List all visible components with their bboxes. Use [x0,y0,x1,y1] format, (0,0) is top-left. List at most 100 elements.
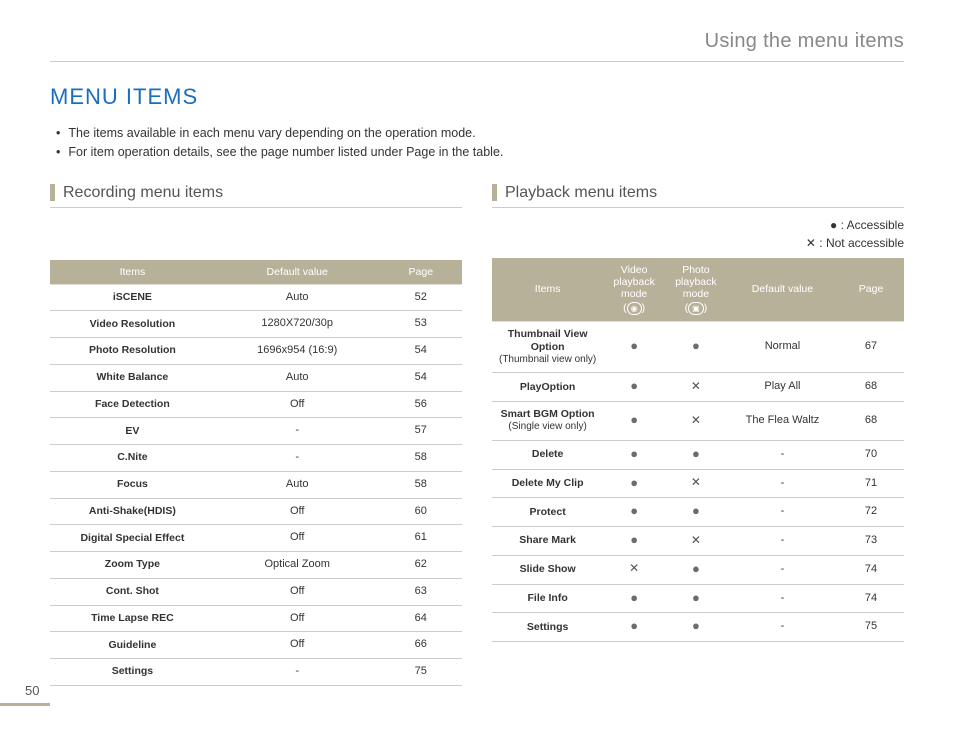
table-row: Photo Resolution1696x954 (16:9)54 [50,338,462,365]
page-cell: 60 [380,498,462,525]
table-row: Thumbnail View Option(Thumbnail view onl… [492,321,904,373]
value-cell: - [215,445,380,472]
video-cell: ● [603,321,665,373]
page: Using the menu items MENU ITEMS The item… [0,0,954,730]
playback-column: Playback menu items ● : Accessible ✕ : N… [492,184,904,686]
table-row: Digital Special EffectOff61 [50,525,462,552]
item-cell: Settings [50,659,215,686]
page-cell: 73 [838,527,904,556]
value-cell: Off [215,632,380,659]
video-cell: ● [603,373,665,402]
value-cell: 1280X720/30p [215,311,380,338]
item-cell: iSCENE [50,284,215,311]
page-cell: 75 [838,613,904,642]
video-cell: ● [603,469,665,498]
recording-table: Items Default value Page iSCENEAuto52Vid… [50,260,462,686]
page-cell: 71 [838,469,904,498]
col-page: Page [380,260,462,285]
table-row: Delete My Clip●✕-71 [492,469,904,498]
intro-bullets: The items available in each menu vary de… [50,124,904,162]
section-title: MENU ITEMS [50,84,904,110]
default-cell: - [727,498,838,527]
value-cell: - [215,418,380,445]
item-cell: Video Resolution [50,311,215,338]
item-cell: Thumbnail View Option(Thumbnail view onl… [492,321,603,373]
item-cell: White Balance [50,364,215,391]
default-cell: - [727,613,838,642]
table-row: Zoom TypeOptical Zoom62 [50,552,462,579]
table-row: Settings●●-75 [492,613,904,642]
value-cell: Auto [215,364,380,391]
page-cell: 74 [838,555,904,584]
col-default: Default value [727,258,838,322]
default-cell: - [727,527,838,556]
value-cell: 1696x954 (16:9) [215,338,380,365]
page-cell: 63 [380,578,462,605]
value-cell: Auto [215,471,380,498]
table-row: Cont. ShotOff63 [50,578,462,605]
table-row: GuidelineOff66 [50,632,462,659]
page-cell: 68 [838,373,904,402]
table-row: FocusAuto58 [50,471,462,498]
video-cell: ● [603,498,665,527]
page-cell: 58 [380,445,462,472]
value-cell: Off [215,605,380,632]
item-cell: PlayOption [492,373,603,402]
video-cell: ● [603,613,665,642]
recording-column: Recording menu items Items Default value… [50,184,462,686]
value-cell: - [215,659,380,686]
default-cell: - [727,584,838,613]
col-items: Items [50,260,215,285]
page-cell: 72 [838,498,904,527]
page-cell: 64 [380,605,462,632]
photo-cell: ● [665,584,727,613]
value-cell: Off [215,391,380,418]
table-row: Anti-Shake(HDIS)Off60 [50,498,462,525]
table-row: PlayOption●✕Play All68 [492,373,904,402]
value-cell: Off [215,578,380,605]
item-cell: Cont. Shot [50,578,215,605]
video-cell: ✕ [603,555,665,584]
default-cell: - [727,555,838,584]
legend-not-accessible: ✕ : Not accessible [806,236,904,250]
bullet: For item operation details, see the page… [50,143,904,162]
item-cell: Face Detection [50,391,215,418]
item-cell: Smart BGM Option(Single view only) [492,402,603,441]
table-row: Smart BGM Option(Single view only)●✕The … [492,402,904,441]
playback-heading: Playback menu items [492,184,904,208]
bullet: The items available in each menu vary de… [50,124,904,143]
col-page: Page [838,258,904,322]
default-cell: The Flea Waltz [727,402,838,441]
item-cell: EV [50,418,215,445]
photo-cell: ● [665,440,727,469]
video-cell: ● [603,440,665,469]
page-cell: 61 [380,525,462,552]
value-cell: Auto [215,284,380,311]
video-mode-icon: ◉ [627,302,642,315]
page-cell: 54 [380,364,462,391]
item-cell: Protect [492,498,603,527]
page-cell: 68 [838,402,904,441]
item-cell: Guideline [50,632,215,659]
page-cell: 52 [380,284,462,311]
item-cell: Digital Special Effect [50,525,215,552]
table-row: EV-57 [50,418,462,445]
table-row: Delete●●-70 [492,440,904,469]
page-cell: 75 [380,659,462,686]
item-cell: Anti-Shake(HDIS) [50,498,215,525]
legend-accessible: ● : Accessible [830,218,904,232]
item-cell: File Info [492,584,603,613]
item-cell: Focus [50,471,215,498]
video-cell: ● [603,584,665,613]
photo-cell: ✕ [665,469,727,498]
table-row: Video Resolution1280X720/30p53 [50,311,462,338]
table-row: iSCENEAuto52 [50,284,462,311]
photo-mode-icon: ▣ [688,302,704,315]
default-cell: Normal [727,321,838,373]
default-cell: Play All [727,373,838,402]
photo-cell: ● [665,555,727,584]
item-cell: Zoom Type [50,552,215,579]
col-photo-mode: Photo playback mode(▣) [665,258,727,322]
item-cell: Delete [492,440,603,469]
default-cell: - [727,440,838,469]
